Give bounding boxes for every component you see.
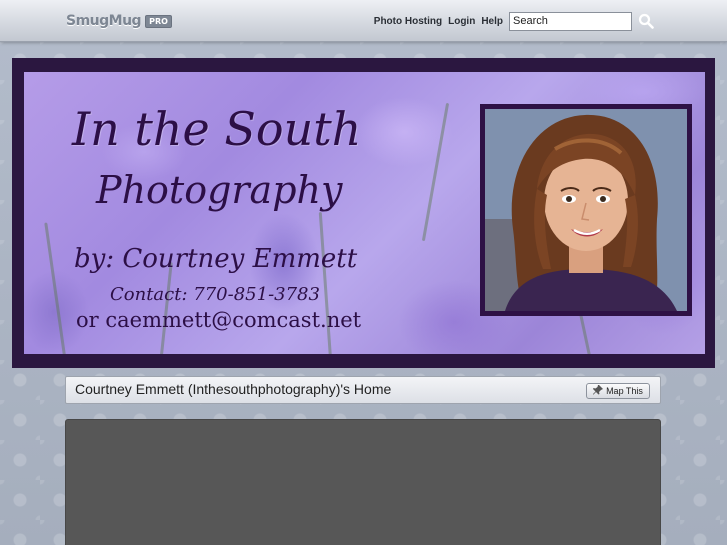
logo-text: SmugMug [66,13,142,29]
portrait-frame [480,104,692,316]
pushpin-icon [593,385,604,397]
map-this-label: Map This [606,386,643,396]
nav-help[interactable]: Help [481,16,503,27]
page-title: Courtney Emmett (Inthesouthphotography)'… [75,381,392,397]
banner-byline: by: Courtney Emmett [74,244,358,274]
top-nav: Photo Hosting Login Help [374,10,727,32]
smugmug-logo[interactable]: SmugMug PRO [66,10,172,32]
gallery-content-area [65,419,661,545]
header-banner: In the South Photography by: Courtney Em… [12,58,715,368]
map-this-button[interactable]: Map This [586,383,650,399]
banner-title: In the South [72,102,362,156]
portrait-photo [485,109,687,311]
nav-photo-hosting[interactable]: Photo Hosting [374,16,442,27]
pro-badge: PRO [145,14,172,28]
top-bar: SmugMug PRO Photo Hosting Login Help [0,0,727,42]
banner-contact: Contact: 770-851-3783 [110,284,320,305]
nav-login[interactable]: Login [448,16,475,27]
search-input[interactable] [509,11,632,31]
banner-background: In the South Photography by: Courtney Em… [24,72,705,354]
gallery-home-header: Courtney Emmett (Inthesouthphotography)'… [65,376,661,404]
magnifier-icon[interactable] [635,10,657,32]
banner-subtitle: Photography [96,168,343,212]
banner-email: or caemmett@comcast.net [76,308,362,332]
